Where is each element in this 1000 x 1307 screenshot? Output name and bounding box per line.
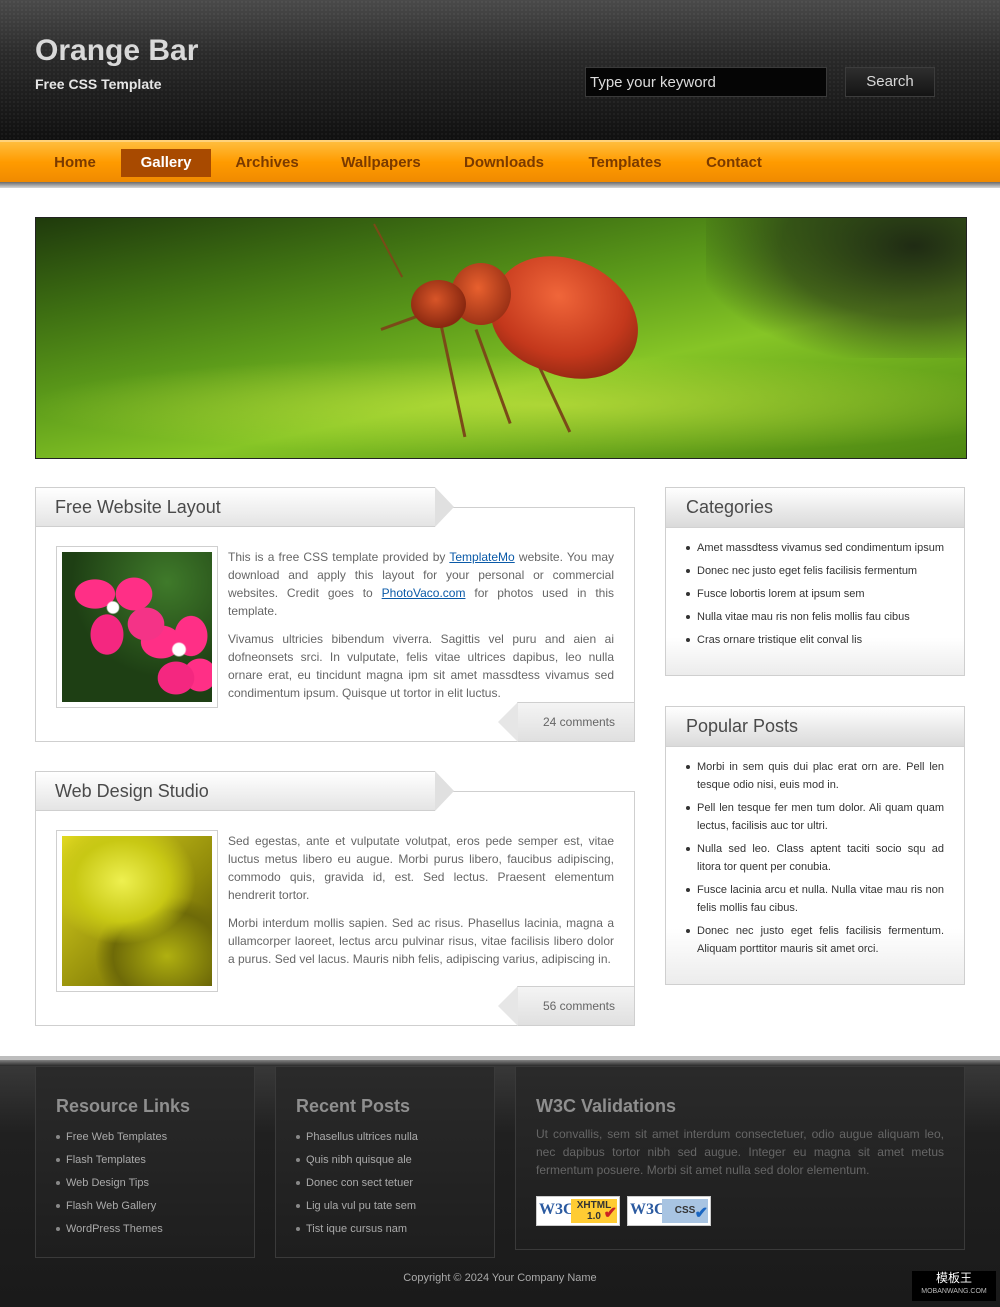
yellow-flower-photo <box>62 836 212 986</box>
category-link[interactable]: Amet massdtess vivamus sed condimentum i… <box>686 539 944 557</box>
post-thumbnail <box>56 830 218 992</box>
popular-post-link[interactable]: Pell len tesque fer men tum dolor. Ali q… <box>686 799 944 835</box>
resource-link[interactable]: Flash Web Gallery <box>56 1198 167 1215</box>
nav-item-home[interactable]: Home <box>35 149 115 177</box>
w3c-logo-text: W3C <box>630 1201 666 1218</box>
post-title-tab: Web Design Studio <box>35 771 454 811</box>
categories-box: Categories Amet massdtess vivamus sed co… <box>665 487 965 676</box>
resource-link[interactable]: WordPress Themes <box>56 1221 167 1238</box>
categories-title: Categories <box>666 488 964 528</box>
recent-posts-list: Phasellus ultrices nulla Quis nibh quisq… <box>296 1129 418 1244</box>
templatemo-link[interactable]: TemplateMo <box>449 550 514 564</box>
post-text-fragment: This is a free CSS template provided by <box>228 550 450 564</box>
watermark-logo: 模板王 MOBANWANG.COM <box>912 1271 996 1301</box>
popular-posts-box: Popular Posts Morbi in sem quis dui plac… <box>665 706 965 985</box>
post-title[interactable]: Free Website Layout <box>55 497 221 518</box>
category-link[interactable]: Nulla vitae mau ris non felis mollis fau… <box>686 608 944 626</box>
popular-posts-title: Popular Posts <box>666 707 964 747</box>
nav-item-downloads[interactable]: Downloads <box>452 149 556 177</box>
recent-post-link[interactable]: Donec con sect tetuer <box>296 1175 418 1192</box>
xhtml-valid-badge[interactable]: W3C XHTML 1.0 ✔ <box>536 1196 620 1226</box>
site-title[interactable]: Orange Bar <box>35 34 198 68</box>
popular-post-link[interactable]: Donec nec justo eget felis facilisis fer… <box>686 922 944 958</box>
post-paragraph: Vivamus ultricies bibendum viverra. Sagi… <box>228 632 614 700</box>
banner-image <box>35 217 967 459</box>
category-link[interactable]: Donec nec justo eget felis facilisis fer… <box>686 562 944 580</box>
comments-link[interactable]: 24 comments <box>498 702 635 742</box>
resource-links-title: Resource Links <box>56 1096 191 1116</box>
w3c-description: Ut convallis, sem sit amet interdum cons… <box>536 1127 944 1177</box>
post-paragraph: Sed egestas, ante et vulputate volutpat,… <box>228 834 614 902</box>
recent-post-link[interactable]: Lig ula vul pu tate sem <box>296 1198 418 1215</box>
flower-photo <box>62 552 212 702</box>
resource-link[interactable]: Free Web Templates <box>56 1129 167 1146</box>
post-title-tab: Free Website Layout <box>35 487 454 527</box>
beetle-head <box>411 280 466 328</box>
category-link[interactable]: Cras ornare tristique elit conval lis <box>686 631 944 649</box>
nav-shadow <box>0 182 1000 188</box>
main-nav: Home Gallery Archives Wallpapers Downloa… <box>0 140 1000 182</box>
categories-list: Amet massdtess vivamus sed condimentum i… <box>666 528 964 668</box>
post-thumbnail <box>56 546 218 708</box>
popular-post-link[interactable]: Nulla sed leo. Class aptent taciti socio… <box>686 840 944 876</box>
recent-post-link[interactable]: Tist ique cursus nam <box>296 1221 418 1238</box>
checkmark-icon: ✔ <box>694 1205 708 1222</box>
nav-item-gallery[interactable]: Gallery <box>121 149 211 177</box>
beetle-antenna <box>373 223 404 278</box>
post-body: This is a free CSS template provided by … <box>228 548 614 712</box>
post-paragraph: This is a free CSS template provided by … <box>228 548 614 620</box>
search-input[interactable] <box>585 67 827 97</box>
popular-post-link[interactable]: Fusce lacinia arcu et nulla. Nulla vitae… <box>686 881 944 917</box>
nav-item-wallpapers[interactable]: Wallpapers <box>328 149 434 177</box>
post-card: Free Website Layout This is a free CSS t… <box>35 487 635 742</box>
w3c-logo-text: W3C <box>539 1201 575 1218</box>
site-header: Orange Bar Free CSS Template Search <box>0 0 1000 140</box>
beetle-leg <box>439 324 467 438</box>
post-body: Sed egestas, ante et vulputate volutpat,… <box>228 832 614 978</box>
comments-link[interactable]: 56 comments <box>498 986 635 1026</box>
popular-post-link[interactable]: Morbi in sem quis dui plac erat orn are.… <box>686 758 944 794</box>
nav-item-archives[interactable]: Archives <box>222 149 312 177</box>
watermark-text: 模板王 <box>935 1271 972 1285</box>
search-button[interactable]: Search <box>845 67 935 97</box>
post-title[interactable]: Web Design Studio <box>55 781 209 802</box>
photovaco-link[interactable]: PhotoVaco.com <box>382 586 466 600</box>
checkmark-icon: ✔ <box>603 1205 617 1222</box>
category-link[interactable]: Fusce lobortis lorem at ipsum sem <box>686 585 944 603</box>
post-card: Web Design Studio Sed egestas, ante et v… <box>35 771 635 1026</box>
post-paragraph: Morbi interdum mollis sapien. Sed ac ris… <box>228 916 614 966</box>
resource-link[interactable]: Flash Templates <box>56 1152 167 1169</box>
watermark-subtext: MOBANWANG.COM <box>921 1288 987 1295</box>
resource-link[interactable]: Web Design Tips <box>56 1175 167 1192</box>
popular-posts-list: Morbi in sem quis dui plac erat orn are.… <box>666 747 964 977</box>
beetle-body <box>474 236 658 399</box>
recent-posts-title: Recent Posts <box>296 1096 411 1116</box>
recent-post-link[interactable]: Quis nibh quisque ale <box>296 1152 418 1169</box>
w3c-validations-box: W3C Validations Ut convallis, sem sit am… <box>515 1066 965 1250</box>
w3c-validations-title: W3C Validations <box>536 1096 677 1116</box>
banner-shadow <box>706 218 966 358</box>
nav-item-contact[interactable]: Contact <box>692 149 776 177</box>
css-valid-badge[interactable]: W3C CSS ✔ <box>627 1196 711 1226</box>
copyright: Copyright © 2024 Your Company Name <box>403 1272 597 1284</box>
resource-links-list: Free Web Templates Flash Templates Web D… <box>56 1129 167 1244</box>
nav-item-templates[interactable]: Templates <box>574 149 676 177</box>
recent-posts-box: Recent Posts Phasellus ultrices nulla Qu… <box>275 1066 495 1258</box>
recent-post-link[interactable]: Phasellus ultrices nulla <box>296 1129 418 1146</box>
resource-links-box: Resource Links Free Web Templates Flash … <box>35 1066 255 1258</box>
site-tagline: Free CSS Template <box>35 76 162 92</box>
